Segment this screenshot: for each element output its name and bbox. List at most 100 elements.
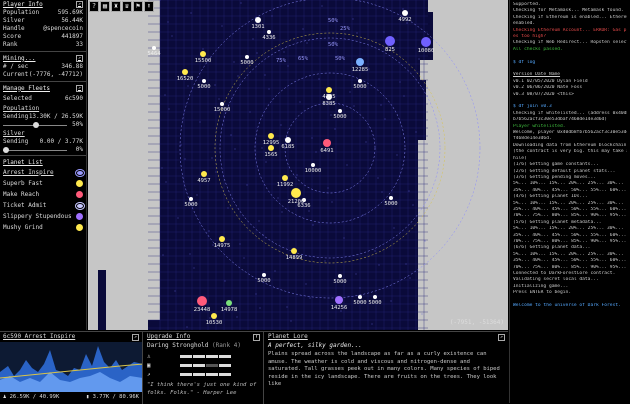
planet-energy-label: 5000: [240, 60, 254, 66]
planet-list-item[interactable]: Ticket Admit: [0, 200, 86, 211]
game-map[interactable]: 50% 50% 50% 65% 75% 25% ? ▦ ♜ ♛ ⚑ ⬆ (-7951, -51364…: [88, 0, 508, 330]
space-canvas[interactable]: 50% 50% 50% 65% 75% 25%: [88, 0, 508, 330]
planet[interactable]: [220, 102, 224, 106]
planet-list-item[interactable]: Slippery Stupendous: [0, 211, 86, 222]
player-stat-label: Rank: [3, 41, 18, 48]
planet[interactable]: [291, 188, 301, 198]
planet[interactable]: [402, 10, 408, 16]
planet[interactable]: [373, 295, 377, 299]
planet-energy-label: 16520: [176, 76, 194, 82]
planet[interactable]: [267, 30, 271, 34]
player-info-title: Player Info: [3, 0, 43, 8]
planet[interactable]: [291, 248, 297, 254]
planet[interactable]: [262, 273, 266, 277]
mining-title: Mining...: [3, 54, 36, 62]
terminal-line: Checking for Metamask... Metamask found.: [513, 8, 624, 14]
planet-energy-label: 8385: [322, 101, 336, 107]
upgrade-subtitle: Daring Stronghold: [147, 342, 209, 349]
planet[interactable]: [211, 313, 217, 319]
cup-icon[interactable]: ♛: [122, 1, 132, 12]
silver-slider[interactable]: 0%: [3, 146, 83, 153]
planet[interactable]: [385, 36, 395, 46]
ring-percent-label: 65%: [298, 56, 309, 62]
range-icon: ♙: [147, 353, 151, 360]
planet[interactable]: [201, 171, 207, 177]
planet[interactable]: [255, 17, 261, 23]
lore-text: Plains spread across the landscape as fa…: [268, 351, 500, 387]
flag-icon[interactable]: ⚑: [133, 1, 143, 12]
planet[interactable]: [152, 46, 156, 50]
planet-energy-label: 15500: [194, 58, 212, 64]
planet-energy-label: 14975: [213, 243, 231, 249]
expand-icon[interactable]: ↗: [132, 333, 139, 341]
population-chart: [0, 342, 142, 392]
player-stat-label: Handle: [3, 25, 25, 32]
planet-silver: 3.77K / 80.96K: [92, 394, 139, 400]
planet-energy-label: 5000: [197, 84, 211, 90]
collapse-icon[interactable]: ↗: [76, 1, 83, 8]
planet[interactable]: [268, 133, 274, 139]
planet-list-item[interactable]: Make Reach: [0, 189, 86, 200]
planet[interactable]: [219, 236, 225, 242]
planet-energy-label: 6336: [297, 203, 311, 209]
planet[interactable]: [285, 137, 291, 143]
planet-list-header[interactable]: Planet List: [0, 158, 86, 167]
planet[interactable]: [338, 109, 342, 113]
upload-icon[interactable]: ⬆: [253, 333, 260, 341]
terminal[interactable]: Supported. Checking for Metamask... Metam…: [509, 0, 630, 403]
person-icon: ♟: [3, 394, 7, 400]
planet-list-item[interactable]: Superb Fast: [0, 178, 86, 189]
planet[interactable]: [245, 55, 249, 59]
planet-list-item[interactable]: Arrest Inspire: [0, 167, 86, 178]
planet[interactable]: [282, 175, 288, 181]
planet[interactable]: [189, 197, 193, 201]
planet[interactable]: [338, 274, 342, 278]
planet[interactable]: [197, 296, 207, 306]
planet[interactable]: [335, 296, 343, 304]
grid-icon[interactable]: ▦: [100, 1, 110, 12]
planet-energy-label: 10080: [417, 48, 435, 54]
help-icon[interactable]: ?: [89, 1, 99, 12]
trophy-icon[interactable]: ♜: [111, 1, 121, 12]
planet[interactable]: [226, 300, 232, 306]
slider-knob[interactable]: [32, 122, 39, 128]
pop-sending-value: 13.30K / 26.59K: [28, 113, 83, 120]
map-toolbar: ? ▦ ♜ ♛ ⚑ ⬆: [89, 1, 154, 12]
planet[interactable]: [323, 139, 331, 147]
planet-energy-label: 4957: [197, 178, 211, 184]
mining-stat-label: Current: [3, 71, 29, 78]
upgrade-rank: (Rank 4): [212, 342, 241, 349]
explored-space: [98, 270, 106, 330]
planet[interactable]: [356, 58, 364, 66]
planet[interactable]: [358, 295, 362, 299]
mining-stat-value: (-7776, -47712): [28, 71, 83, 78]
terminal-line: 70%... 75%... 80%... 85%... 90%... 95%..…: [513, 213, 627, 219]
planet[interactable]: [311, 163, 315, 167]
planet[interactable]: [358, 79, 362, 83]
selected-label: Selected: [3, 95, 32, 102]
planet-energy-label: 15000: [213, 107, 231, 113]
ring-percent-label: 75%: [276, 58, 287, 64]
selected-planet-title: 6c590 Arrest Inspire: [3, 333, 76, 340]
collapse-icon[interactable]: ↗: [76, 85, 83, 92]
planet-list-item[interactable]: Mushy Grind: [0, 222, 86, 233]
population-slider[interactable]: 50%: [3, 121, 83, 128]
planet-energy-label: 5000: [184, 202, 198, 208]
upload-icon[interactable]: ⬆: [144, 1, 154, 12]
planet[interactable]: [202, 79, 206, 83]
planet[interactable]: [200, 51, 206, 57]
planet-energy-label: 23448: [193, 307, 211, 313]
expand-icon[interactable]: ↗: [498, 333, 505, 341]
mining-header[interactable]: Mining... ↗: [0, 54, 86, 63]
planet[interactable]: [326, 87, 332, 93]
player-info-header[interactable]: Player Info ↗: [0, 0, 86, 9]
player-stat-label: Silver: [3, 17, 25, 24]
planet[interactable]: [421, 37, 431, 47]
player-stat-label: Population: [3, 9, 40, 16]
planet[interactable]: [182, 69, 188, 75]
planet[interactable]: [389, 196, 393, 200]
collapse-icon[interactable]: ↗: [76, 55, 83, 62]
slider-knob[interactable]: [3, 147, 9, 153]
fleets-header[interactable]: Manage Fleets ↗: [0, 84, 86, 93]
ringed-planet-icon: [77, 203, 83, 208]
